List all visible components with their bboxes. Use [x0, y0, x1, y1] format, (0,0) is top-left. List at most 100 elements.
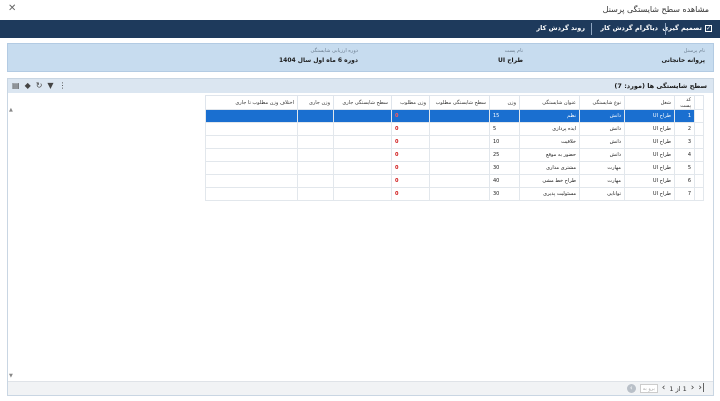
column-header[interactable] [694, 95, 704, 110]
toolbar: ✓ تصمیم گیری دیاگرام گردش کار روند گردش … [0, 20, 720, 38]
cell-current-level [333, 109, 392, 123]
workflow-label: روند گردش کار [536, 24, 585, 32]
cell-weight: 5 [489, 122, 520, 136]
goto-page-input[interactable]: برو به [639, 384, 658, 393]
pager-controls: |‹ ‹ 1 از 1 › برو به › [626, 384, 705, 393]
cell-index: 6 [674, 174, 695, 188]
position-block: نام پست طراح UI [498, 48, 523, 64]
cell-target-level [429, 135, 490, 149]
panel-title: سطح شایستگی ها (مورد: 7) [614, 82, 707, 90]
cell-weight: 25 [489, 148, 520, 162]
cell-target-weight: 0 [391, 174, 430, 188]
cell-title: خلاقیت [519, 135, 580, 149]
competency-table: کد پست شغل نوع شایستگی عنوان شایستگی وزن… [205, 95, 704, 201]
title-bar: مشاهده سطح شایستگی پرسنل ✕ [0, 0, 720, 20]
cell-current-level [333, 135, 392, 149]
cell-index: 7 [674, 187, 695, 201]
panel-header: سطح شایستگی ها (مورد: 7) ⋮ ▼ ↻ ◆ ▤ [8, 79, 713, 93]
print-icon[interactable]: ▤ [12, 81, 20, 90]
row-marker [694, 187, 704, 201]
cell-target-weight: 0 [391, 161, 430, 175]
column-header[interactable]: وزن جاری [297, 95, 334, 110]
panel-toolbar: ⋮ ▼ ↻ ◆ ▤ [12, 81, 67, 90]
refresh-icon[interactable]: ↻ [36, 81, 43, 90]
pager: |‹ ‹ 1 از 1 › برو به › [8, 381, 713, 395]
table-row[interactable]: 7 طراح UI توانایی مسئولیت پذیری 30 0 [205, 187, 704, 201]
scroll-up-icon[interactable]: ▲ [9, 107, 13, 113]
cell-target-weight: 0 [391, 122, 430, 136]
cell-index: 5 [674, 161, 695, 175]
page-info: 1 از 1 [669, 384, 687, 393]
cell-target-level [429, 122, 490, 136]
cell-index: 1 [674, 109, 695, 123]
cell-title: ایده پردازی [519, 122, 580, 136]
checkbox-icon: ✓ [705, 24, 712, 32]
column-header[interactable]: وزن [489, 95, 520, 110]
previous-page-icon[interactable]: ‹ [691, 384, 695, 393]
diagram-button[interactable]: دیاگرام گردش کار [600, 24, 658, 32]
table-row[interactable]: 1 طراح UI دانش نظم 15 0 [205, 109, 704, 123]
more-icon[interactable]: ⋮ [59, 81, 67, 90]
cell-current-weight [297, 109, 334, 123]
column-header[interactable]: عنوان شایستگی [519, 95, 580, 110]
period-value: دوره 6 ماه اول سال 1404 [278, 57, 358, 64]
cell-index: 2 [674, 122, 695, 136]
next-page-icon[interactable]: › [662, 384, 666, 393]
export-icon[interactable]: ◆ [25, 81, 31, 90]
cell-target-weight: 0 [391, 109, 430, 123]
cell-type: دانش [579, 122, 625, 136]
column-header[interactable]: اختلاف وزن مطلوب تا جاری [205, 95, 298, 110]
cell-index: 3 [674, 135, 695, 149]
cell-type: مهارت [579, 174, 625, 188]
cell-job: طراح UI [624, 122, 675, 136]
cell-title: نظم [519, 109, 580, 123]
table-row[interactable]: 6 طراح UI مهارت طراح خط مشی 40 0 [205, 174, 704, 188]
cell-current-level [333, 174, 392, 188]
personnel-label: نام پرسنل [683, 48, 705, 54]
table-row[interactable]: 2 طراح UI دانش ایده پردازی 5 0 [205, 122, 704, 136]
toolbar-divider [591, 23, 592, 35]
cell-current-weight [297, 148, 334, 162]
first-page-icon[interactable]: |‹ [698, 384, 705, 393]
row-marker [694, 161, 704, 175]
cell-index: 4 [674, 148, 695, 162]
go-icon[interactable]: › [626, 384, 636, 393]
cell-current-weight [297, 135, 334, 149]
table-row[interactable]: 4 طراح UI دانش حضور به موقع 25 0 [205, 148, 704, 162]
period-label: دوره ارزیابی شایستگی [310, 48, 358, 54]
cell-current-weight [297, 187, 334, 201]
cell-weight-diff [205, 109, 298, 123]
row-marker [694, 109, 704, 123]
cell-type: مهارت [579, 161, 625, 175]
table-row[interactable]: 5 طراح UI مهارت مشتری مداری 30 0 [205, 161, 704, 175]
cell-title: مسئولیت پذیری [519, 187, 580, 201]
decision-button[interactable]: ✓ تصمیم گیری [662, 24, 712, 32]
info-bar: نام پرسنل پروانه خانجانی نام پست طراح UI… [7, 43, 714, 72]
filter-icon[interactable]: ▼ [47, 81, 53, 90]
column-header[interactable]: شغل [624, 95, 675, 110]
workflow-button[interactable]: روند گردش کار [536, 24, 585, 32]
column-header[interactable]: سطح شایستگی جاری [333, 95, 392, 110]
column-header[interactable]: وزن مطلوب [391, 95, 430, 110]
cell-current-weight [297, 161, 334, 175]
cell-weight: 30 [489, 187, 520, 201]
cell-job: طراح UI [624, 187, 675, 201]
cell-target-level [429, 148, 490, 162]
diagram-label: دیاگرام گردش کار [600, 24, 658, 32]
cell-target-level [429, 174, 490, 188]
column-header[interactable]: کد پست [674, 95, 695, 110]
cell-type: توانایی [579, 187, 625, 201]
table-row[interactable]: 3 طراح UI دانش خلاقیت 10 0 [205, 135, 704, 149]
row-marker [694, 135, 704, 149]
cell-job: طراح UI [624, 174, 675, 188]
cell-current-level [333, 148, 392, 162]
cell-target-weight: 0 [391, 187, 430, 201]
scroll-down-icon[interactable]: ▼ [9, 373, 13, 379]
vertical-scrollbar[interactable]: ▲ ▼ [9, 107, 15, 379]
close-icon[interactable]: ✕ [8, 3, 16, 14]
cell-weight: 30 [489, 161, 520, 175]
cell-weight-diff [205, 148, 298, 162]
row-marker [694, 174, 704, 188]
column-header[interactable]: سطح شایستگی مطلوب [429, 95, 490, 110]
column-header[interactable]: نوع شایستگی [579, 95, 625, 110]
